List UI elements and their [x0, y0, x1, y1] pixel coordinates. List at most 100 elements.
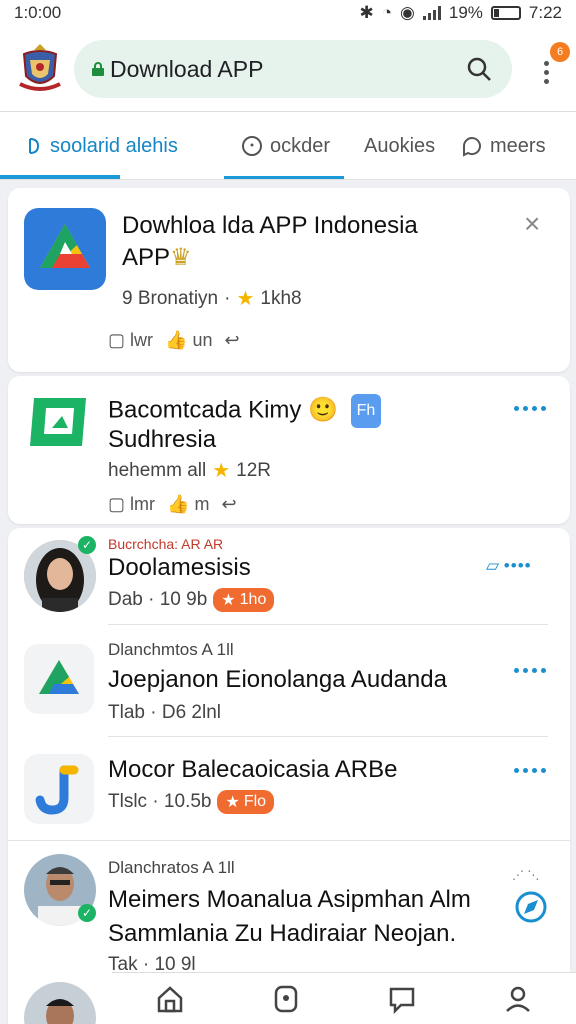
featured-meta: 9 Bronatiyn · ★ 1kh8	[122, 286, 302, 311]
bluetooth-icon: ✱	[359, 3, 374, 22]
card2-badge: Fh	[350, 394, 382, 428]
drive-app-icon	[24, 208, 106, 290]
more-options-icon[interactable]	[514, 668, 546, 673]
featured-app-card[interactable]: Dowhloa lda APP Indonesia APP♛ 9 Bronati…	[8, 188, 570, 372]
verified-icon: ✓	[78, 536, 96, 554]
tab-meers-label: meers	[490, 134, 546, 157]
divider	[8, 840, 570, 841]
item1-meta-wrap: Dab · 10 9b ★ 1ho	[108, 588, 275, 612]
star-icon: ★	[236, 288, 255, 310]
item4-tag: Dlanchratos A 1ll	[108, 858, 235, 877]
tab-meers[interactable]: meers	[460, 112, 546, 180]
item1-title[interactable]: Doolamesisis	[108, 552, 251, 584]
battery-icon	[490, 6, 521, 20]
item3-meta: Tlslc · 10.5b	[108, 791, 212, 812]
item3-badge-label: Flo	[243, 793, 267, 810]
item2-title[interactable]: Joepjanon Eionolanga Audanda	[108, 664, 447, 696]
compass-icon[interactable]	[514, 890, 548, 924]
lock-icon	[92, 62, 104, 76]
status-time-left: 1:0:00	[14, 3, 62, 22]
profile-icon[interactable]	[498, 979, 538, 1019]
card2-actions: ▢ lmr 👍 m ↩	[108, 494, 237, 515]
crest-logo[interactable]	[16, 40, 64, 96]
status-icons: ✱ ◔ ◉ 19% 7:22	[360, 3, 563, 23]
more-options-icon[interactable]	[514, 768, 546, 773]
item2-tag: Dlanchmtos A 1ll	[108, 640, 234, 659]
like-label: m	[194, 494, 210, 514]
divider	[108, 624, 548, 625]
featured-meta-prefix: 9 Bronatiyn	[122, 287, 219, 309]
like-action[interactable]: 👍 m	[167, 494, 209, 515]
battery-percent: 19%	[448, 3, 483, 22]
item3-title[interactable]: Mocor Balecaoicasia ARBe	[108, 754, 397, 786]
alarm-icon: ◉	[400, 3, 415, 22]
speech-bubble-icon	[463, 137, 481, 157]
card2-title-line1-wrap: Bacomtcada Kimy 🙂 Fh	[108, 394, 382, 428]
messages-icon[interactable]	[382, 979, 422, 1019]
verified-icon: ✓	[78, 904, 96, 922]
address-bar[interactable]: Download APP	[74, 40, 512, 98]
card2-meta-prefix: hehemm all	[108, 459, 207, 481]
bottom-navigation	[112, 972, 576, 1024]
status-clock: 7:22	[528, 3, 562, 22]
cloud-icon	[29, 138, 40, 154]
featured-meta-rating: 1kh8	[260, 287, 302, 309]
app-list: ✓ Bucrchcha: AR AR Doolamesisis Dab · 10…	[8, 528, 570, 1024]
close-icon[interactable]: ×	[524, 208, 540, 240]
tab-ockder-label: ockder	[270, 134, 331, 157]
item1-tag: Bucrchcha: AR AR	[108, 536, 224, 552]
tab-bar: soolarid alehis ockder Auokies meers	[0, 112, 576, 180]
wifi-icon: ◔	[381, 3, 393, 22]
crown-icon: ♛	[170, 244, 192, 271]
like-action[interactable]: 👍 un	[165, 330, 212, 351]
bookmark-action[interactable]: ▢ lmr	[108, 494, 155, 515]
item2-meta: Tlab · D6 2lnl	[108, 702, 221, 723]
item3-badge: ★ Flo	[217, 790, 275, 814]
featured-title-line2-wrap: APP♛	[122, 242, 192, 274]
avatar	[24, 982, 96, 1024]
tab-secondary-indicator	[224, 176, 344, 179]
status-bar: 1:0:00 ✱ ◔ ◉ 19% 7:22	[0, 0, 576, 26]
item4-title-line2[interactable]: Sammlania Zu Hadiraiar Neojan.	[108, 918, 456, 950]
tab-active-indicator	[0, 175, 120, 179]
emoji-icon: 🙂	[308, 396, 338, 424]
top-bar: Download APP 6	[0, 26, 576, 112]
share-icon[interactable]: ↩	[221, 494, 236, 515]
card2-title-line1: Bacomtcada Kimy	[108, 396, 302, 424]
item1-options[interactable]: ▱ ••••	[486, 556, 532, 576]
bookmark-label: lmr	[130, 494, 156, 514]
j-app-icon	[24, 754, 94, 824]
star-icon: ★	[212, 460, 231, 482]
notification-badge: 6	[550, 42, 570, 62]
address-text[interactable]: Download APP	[110, 56, 464, 83]
card2-meta-rating: 12R	[236, 459, 272, 481]
tab-featured[interactable]: soolarid alehis	[24, 112, 178, 180]
tab-auokies-label: Auokies	[364, 134, 436, 157]
bookmark-action[interactable]: ▢ lwr	[108, 330, 153, 351]
tab-ockder[interactable]: ockder	[240, 112, 330, 180]
featured-title-line2: APP	[122, 244, 171, 271]
chat-icon	[242, 136, 262, 156]
featured-actions: ▢ lwr 👍 un ↩	[108, 330, 240, 351]
share-icon[interactable]: ↩	[224, 330, 239, 351]
featured-title-line1: Dowhloa lda APP Indonesia	[122, 212, 418, 239]
home-icon[interactable]	[150, 979, 190, 1019]
app-card-2[interactable]: Bacomtcada Kimy 🙂 Fh Sudhresia hehemm al…	[8, 376, 570, 524]
tab-auokies[interactable]: Auokies	[364, 112, 435, 180]
card2-meta: hehemm all ★ 12R	[108, 458, 271, 483]
tab-featured-label: soolarid alehis	[50, 134, 178, 157]
more-options-icon[interactable]	[514, 406, 546, 411]
item1-badge-label: 1ho	[239, 591, 267, 608]
drive-app-icon	[24, 644, 94, 714]
bookmark-label: lwr	[130, 330, 154, 350]
item1-meta: Dab · 10 9b	[108, 589, 208, 610]
search-icon[interactable]	[464, 54, 494, 84]
like-label: un	[192, 330, 213, 350]
signal-icon	[422, 6, 441, 20]
card2-title-line2: Sudhresia	[108, 426, 217, 453]
item4-title-line1[interactable]: Meimers Moanalua Asipmhan Alm	[108, 884, 471, 916]
apps-icon[interactable]	[266, 979, 306, 1019]
item1-badge: ★ 1ho	[213, 588, 275, 612]
map-app-icon	[30, 398, 86, 446]
featured-meta-dot: ·	[224, 287, 231, 309]
